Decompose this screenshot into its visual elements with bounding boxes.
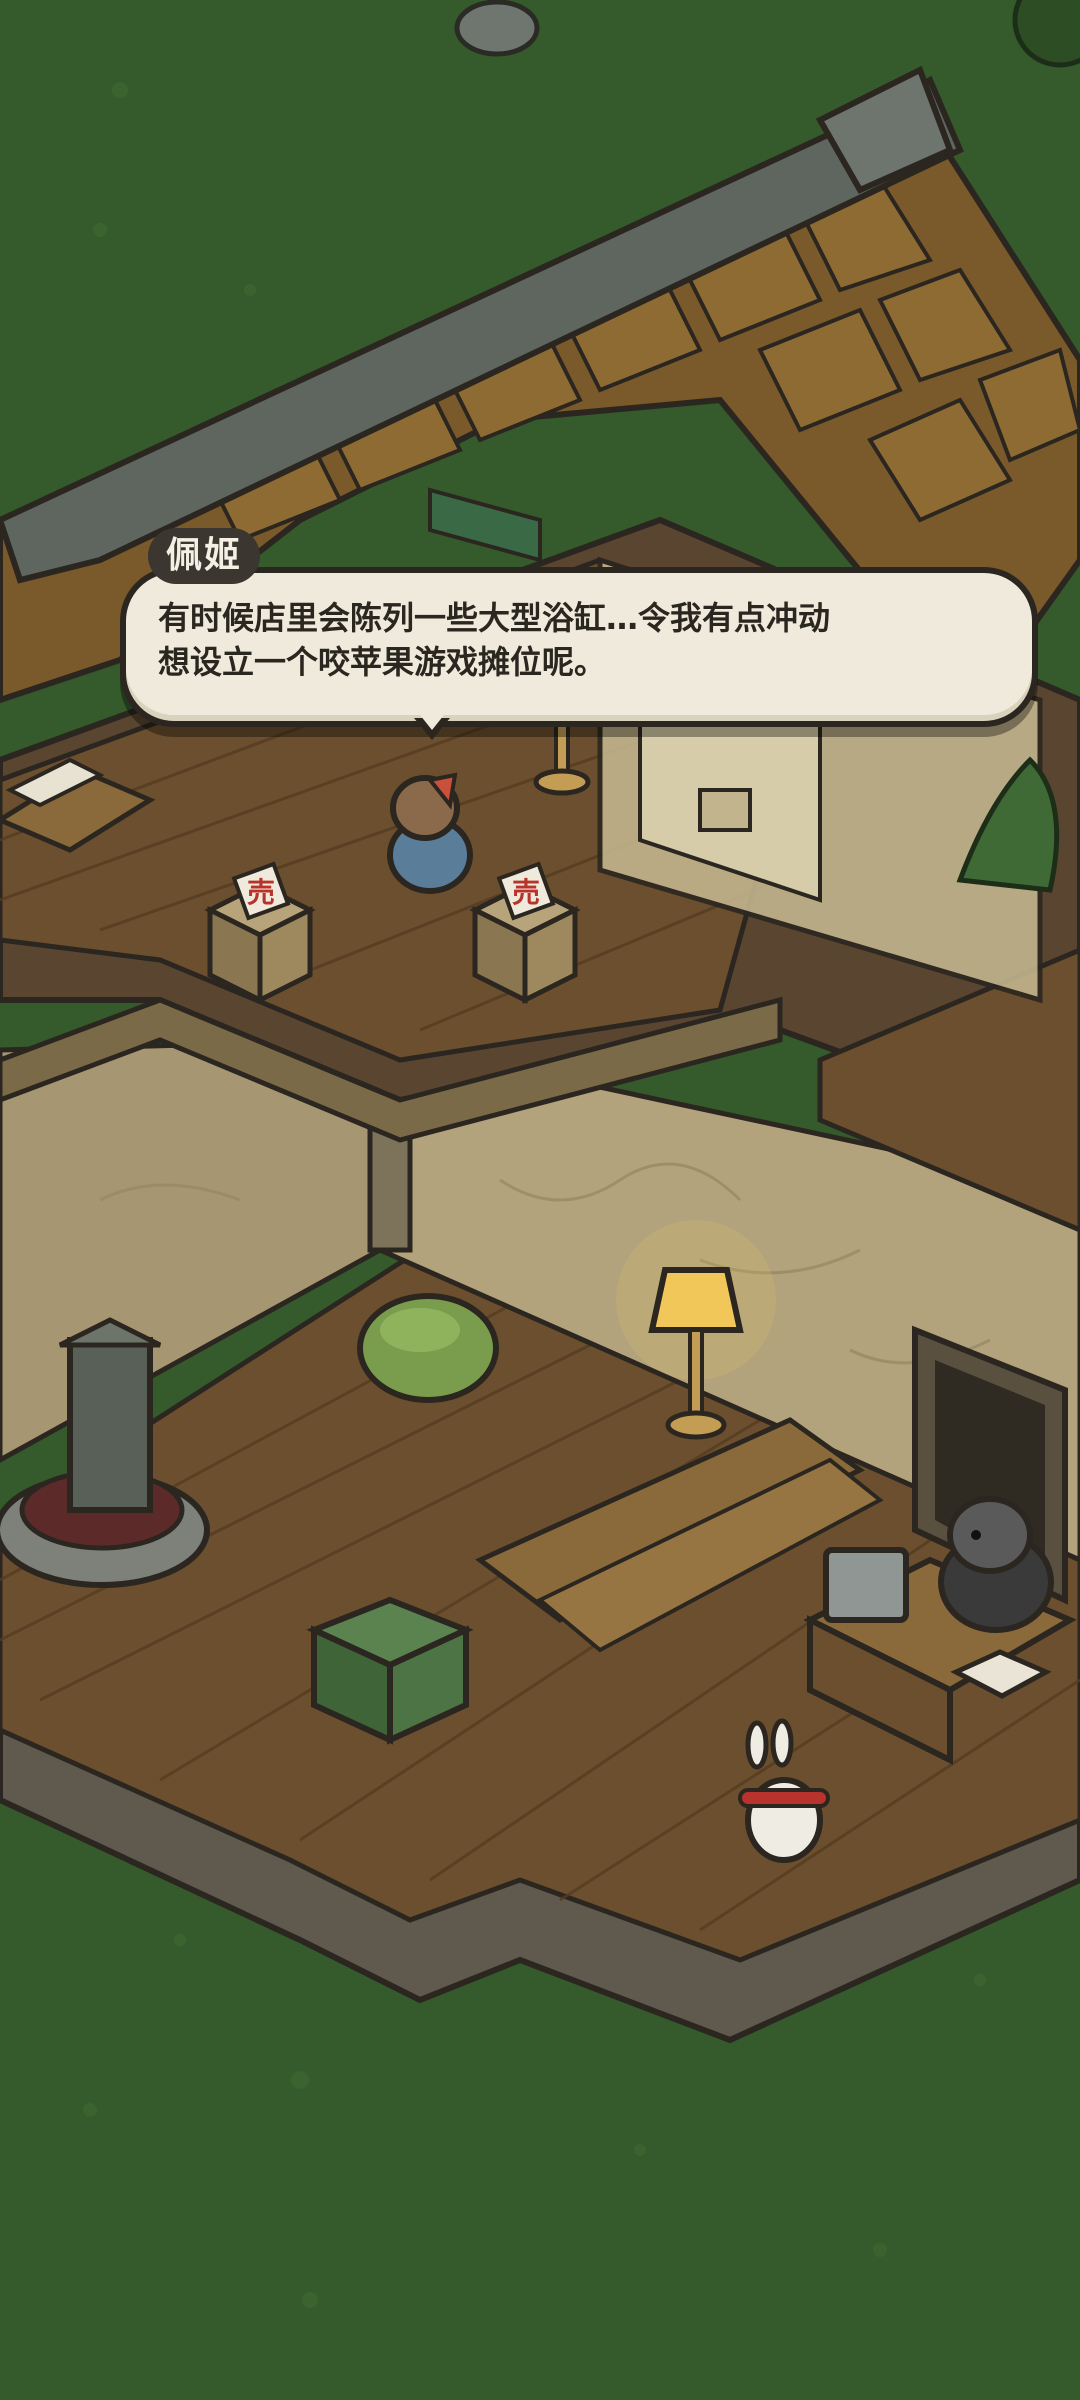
sign-right-text: 売 [512,876,540,909]
dialogue-text: 有时候店里会陈列一些大型浴缸…令我有点冲动 想设立一个咬苹果游戏摊位呢。 [158,596,1018,684]
sign-left-text: 売 [247,876,275,909]
dialogue-line-2: 想设立一个咬苹果游戏摊位呢。 [158,643,607,681]
speaker-name: 佩姬 [148,528,260,584]
shop-scene-art: 売 売 [0,0,1080,2400]
dialogue-line-1: 有时候店里会陈列一些大型浴缸…令我有点冲动 [158,599,831,637]
dialogue-tail-inner [420,715,444,730]
game-scene[interactable]: 売 売 佩姬 有时候店里会陈列一些大型浴缸…令我有点冲动 想设立一个咬苹果游戏摊… [0,0,1080,2400]
